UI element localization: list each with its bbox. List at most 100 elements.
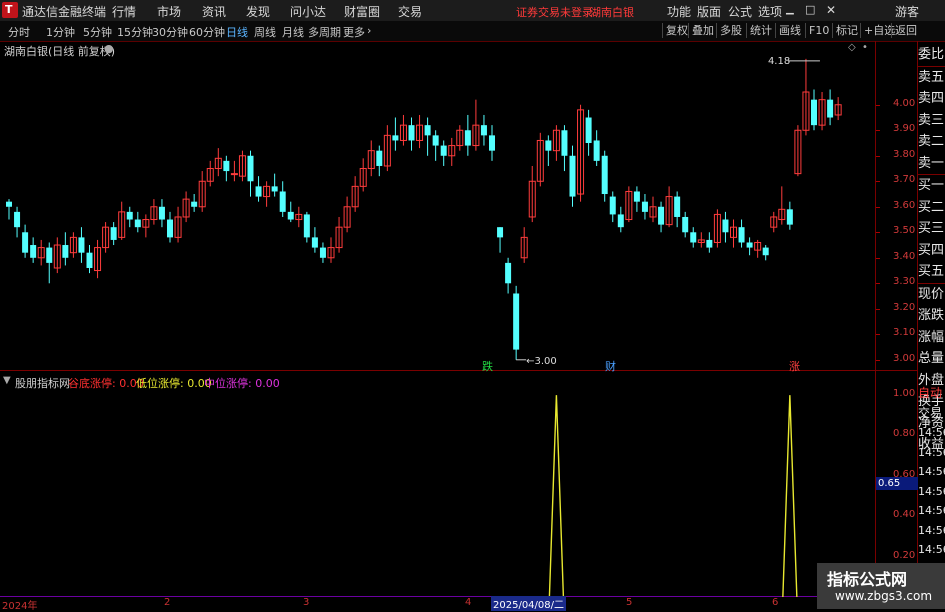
tool-fuquan[interactable]: 复权 — [662, 23, 691, 38]
period-tab-30min[interactable]: 30分钟 — [152, 24, 188, 40]
menu-item-jiaoyi[interactable]: 交易 — [398, 3, 422, 20]
low-price-label: ←3.00 — [526, 356, 557, 367]
candle — [351, 176, 359, 212]
period-tab-fenshi[interactable]: 分时 — [8, 24, 30, 40]
period-tab-more[interactable]: 更多 — [343, 24, 365, 40]
menu-item-faxian[interactable]: 发现 — [246, 3, 270, 20]
login-status[interactable]: 证券交易未登录 — [516, 4, 593, 20]
candle — [827, 89, 834, 126]
candle — [134, 211, 141, 233]
menu-item-hangqing[interactable]: 行情 — [112, 3, 136, 20]
candle — [69, 232, 77, 258]
price-tick: 3.10 — [893, 327, 916, 339]
candle — [343, 196, 351, 233]
menu-item-xuanxiang[interactable]: 选项 — [758, 3, 782, 20]
period-tab-60min[interactable]: 60分钟 — [189, 24, 225, 40]
candle — [198, 171, 206, 212]
price-tick: 3.60 — [893, 199, 916, 211]
candle — [150, 199, 158, 225]
tool-f10[interactable]: F10 — [805, 23, 832, 38]
tool-back[interactable]: 返回 — [891, 23, 920, 38]
candle — [6, 199, 12, 220]
price-tick-mark — [876, 334, 880, 336]
candle — [649, 196, 657, 223]
candle — [472, 99, 480, 151]
tick-time: 14:56 — [918, 543, 945, 556]
candle — [424, 117, 431, 156]
tool-duogu[interactable]: 多股 — [716, 23, 745, 38]
candle — [311, 227, 318, 253]
candle — [399, 114, 407, 146]
watermark-title: 指标公式网 — [827, 570, 908, 589]
quote-label: 买一 — [918, 178, 945, 193]
period-tab-1min[interactable]: 1分钟 — [46, 24, 75, 40]
menu-item-wenxiaoda[interactable]: 问小达 — [290, 3, 326, 20]
price-tick-mark — [876, 206, 880, 208]
candle — [697, 232, 705, 248]
price-tick-mark — [876, 232, 880, 234]
price-tick: 3.20 — [893, 301, 916, 313]
tool-huaxian[interactable]: 画线 — [775, 23, 804, 38]
chevron-right-icon[interactable]: › — [367, 24, 371, 37]
high-price-label: 4.18 — [768, 56, 790, 67]
tool-biaoji[interactable]: 标记 — [832, 23, 861, 38]
price-tick: 3.90 — [893, 123, 916, 135]
candle — [641, 194, 648, 220]
menu-item-banmian[interactable]: 版面 — [697, 3, 721, 20]
candlestick-chart[interactable]: 4.18 ←3.00 — [0, 41, 875, 370]
candle — [247, 150, 254, 197]
auto-trade-toggle[interactable]: 自动 — [918, 383, 945, 403]
watermark-url: www.zbgs3.com — [835, 589, 933, 603]
minimize-icon[interactable]: ▁ — [786, 4, 794, 15]
candle — [552, 125, 560, 161]
menu-item-caifuquan[interactable]: 财富圈 — [344, 3, 380, 20]
candle — [126, 206, 133, 228]
price-tick-mark — [876, 130, 880, 132]
candle — [408, 117, 415, 151]
candle — [464, 114, 471, 156]
tool-tongji[interactable]: 统计 — [746, 23, 775, 38]
candle — [625, 186, 633, 223]
candle — [86, 245, 93, 274]
price-tick: 3.50 — [893, 225, 916, 237]
candle — [513, 285, 520, 360]
candle — [545, 135, 552, 166]
maximize-icon[interactable]: □ — [805, 3, 815, 16]
quote-label: 买五 — [918, 261, 945, 284]
period-tab-5min[interactable]: 5分钟 — [83, 24, 112, 40]
candle — [158, 199, 165, 228]
price-tick-mark — [876, 283, 880, 285]
candle — [658, 201, 665, 233]
tick-time: 14:56 — [918, 484, 945, 498]
candle — [585, 109, 592, 156]
menu-item-gongshi[interactable]: 公式 — [728, 3, 752, 20]
quote-label: 总量 — [918, 351, 945, 366]
indicator-chart[interactable] — [0, 373, 875, 597]
candle — [37, 239, 45, 266]
menu-item-zixun[interactable]: 资讯 — [202, 3, 226, 20]
price-tick-mark — [876, 181, 880, 183]
period-tab-month[interactable]: 月线 — [282, 24, 304, 40]
close-icon[interactable]: ✕ — [826, 3, 836, 17]
candle — [569, 145, 576, 207]
period-tab-multi[interactable]: 多周期 — [308, 24, 341, 40]
indicator-spike — [782, 395, 798, 597]
menu-item-shichang[interactable]: 市场 — [157, 3, 181, 20]
candle — [762, 245, 769, 261]
candle — [811, 89, 817, 131]
price-tick-mark — [876, 104, 880, 106]
candle — [230, 160, 238, 182]
tick-time: 14:56 — [918, 504, 945, 517]
candle — [690, 227, 697, 248]
tool-diejia[interactable]: 叠加 — [688, 23, 717, 38]
menu-item-gongneng[interactable]: 功能 — [667, 3, 691, 20]
period-tab-week[interactable]: 周线 — [254, 24, 276, 40]
guest-user[interactable]: 游客 — [895, 3, 919, 20]
indicator-tick: 1.00 — [893, 388, 916, 400]
quote-label: 卖一 — [918, 153, 945, 175]
period-tab-day[interactable]: 日线 — [226, 24, 248, 40]
period-tab-15min[interactable]: 15分钟 — [117, 24, 153, 40]
candle — [295, 206, 303, 228]
marker-die: 跌 — [482, 360, 493, 373]
candle — [713, 209, 721, 248]
